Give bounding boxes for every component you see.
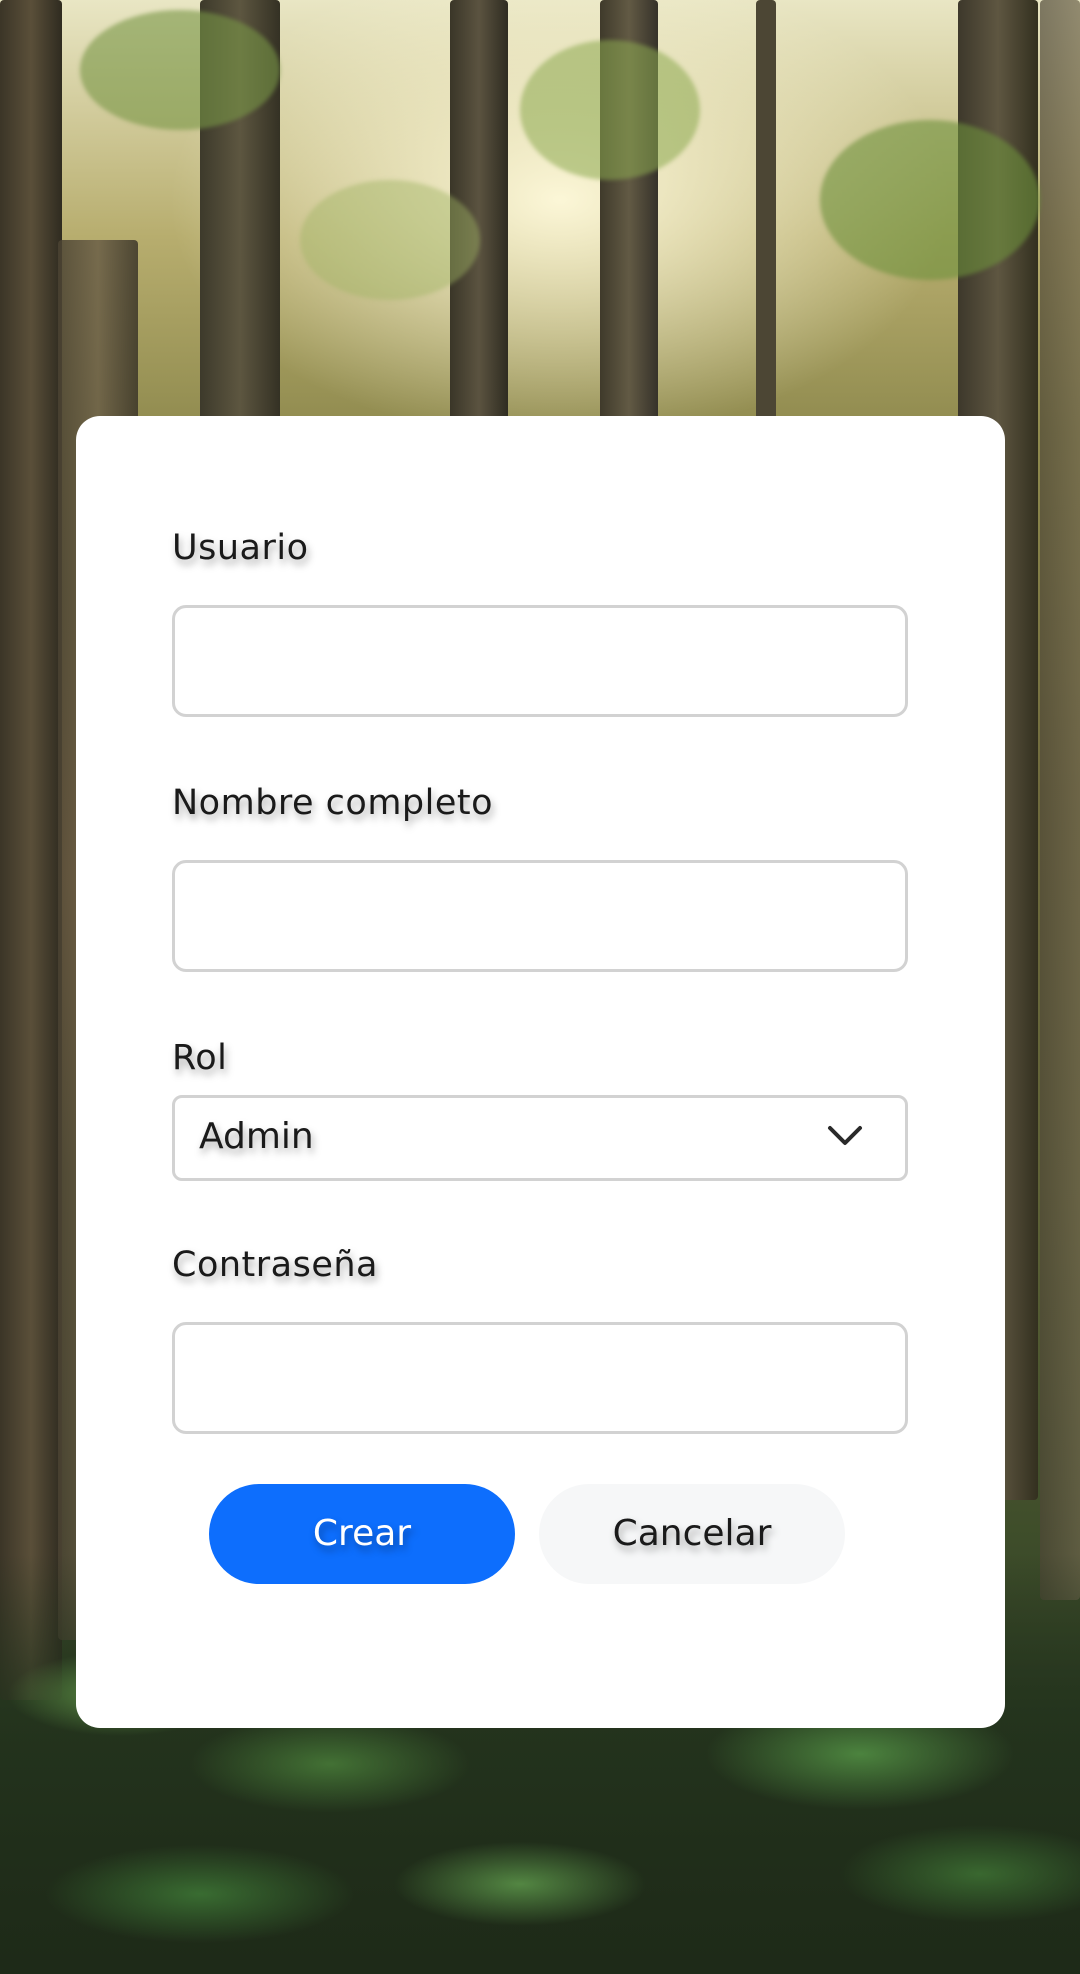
password-label: Contraseña bbox=[172, 1245, 378, 1285]
foliage bbox=[820, 120, 1040, 280]
chevron-down-icon bbox=[828, 1126, 862, 1145]
role-selected-value: Admin bbox=[199, 1116, 314, 1157]
foliage bbox=[300, 180, 480, 300]
full-name-input[interactable] bbox=[172, 860, 908, 972]
create-button[interactable]: Crear bbox=[209, 1484, 515, 1584]
full-name-label: Nombre completo bbox=[172, 783, 494, 823]
username-input[interactable] bbox=[172, 605, 908, 717]
password-input[interactable] bbox=[172, 1322, 908, 1434]
tree-trunk bbox=[0, 0, 62, 1700]
tree-trunk bbox=[1040, 0, 1080, 1600]
cancel-button[interactable]: Cancelar bbox=[539, 1484, 845, 1584]
foliage bbox=[520, 40, 700, 180]
foliage bbox=[80, 10, 280, 130]
role-select[interactable]: Admin bbox=[172, 1095, 908, 1181]
role-label: Rol bbox=[172, 1038, 228, 1078]
username-label: Usuario bbox=[172, 528, 309, 568]
create-user-card: Usuario Nombre completo Rol Admin Contra… bbox=[76, 416, 1005, 1728]
tree-trunk bbox=[756, 0, 776, 420]
